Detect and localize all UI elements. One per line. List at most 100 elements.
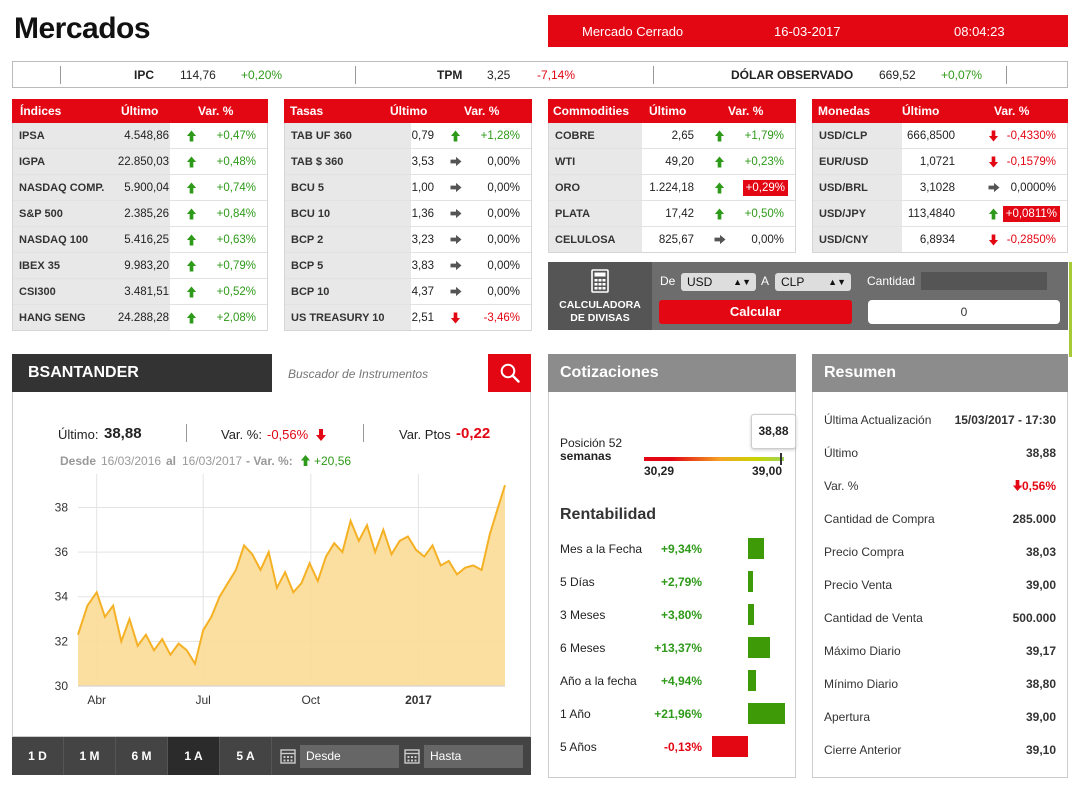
summary-value: -0,56% <box>1017 479 1056 493</box>
y-tick-label: 30 <box>55 679 69 693</box>
period-5a-button[interactable]: 5 A <box>220 737 272 775</box>
market-status: Mercado Cerrado <box>582 23 684 39</box>
calculator-title: CALCULADORA <box>559 299 641 311</box>
currency-calculator: CALCULADORA DE DIVISAS De USD ▲▼ A CLP ▲… <box>548 262 1068 330</box>
ticker-value: 114,76 <box>180 68 216 82</box>
return-bar <box>748 604 754 625</box>
return-bar <box>712 736 748 757</box>
summary-value: 38,80 <box>1025 677 1056 691</box>
period-6m-button[interactable]: 6 M <box>116 737 168 775</box>
summary-label: Mínimo Diario <box>824 677 899 691</box>
select-arrows-icon: ▲▼ <box>733 277 751 287</box>
calculator-result: 0 <box>868 300 1060 324</box>
last-price-label: Último: <box>58 427 99 442</box>
indicator-ticker: IPC 114,76 +0,20% TPM 3,25 -7,14% DÓLAR … <box>12 61 1068 88</box>
period-selector: 1 D 1 M 6 M 1 A 5 A Desde Hasta <box>12 737 531 775</box>
summary-value: 285.000 <box>1012 512 1056 526</box>
price-chart: 30 32 34 36 38 Abr Jul Oct 2017 <box>55 474 506 707</box>
return-value: +3,80% <box>660 608 702 622</box>
summary-label: Var. % <box>824 479 859 493</box>
quotes-panel: Posición 52 semanas 38,88 30,29 39,00 Re… <box>548 392 796 778</box>
summary-label: Precio Compra <box>824 545 905 559</box>
calculate-button[interactable]: Calcular <box>659 300 852 324</box>
range-var-value: +20,56 <box>314 454 352 468</box>
var-points-label: Var. Ptos <box>399 427 451 442</box>
summary-value: 39,00 <box>1025 578 1056 592</box>
calculator-label-area: CALCULADORA DE DIVISAS <box>548 262 652 330</box>
range-from-label: Desde <box>60 454 97 468</box>
last-price-value: 38,88 <box>104 425 142 442</box>
calculator-title-2: DE DIVISAS <box>570 312 630 324</box>
summary-label: Cantidad de Venta <box>824 611 923 625</box>
return-bar <box>748 637 770 658</box>
range-var-label: - Var. %: <box>246 454 293 468</box>
summary-panel-title: Resumen <box>812 354 1068 392</box>
return-period-label: 1 Año <box>560 707 591 721</box>
instrument-search-input[interactable] <box>272 356 488 392</box>
y-tick-label: 38 <box>55 500 69 514</box>
col-last-header: Último <box>649 104 687 118</box>
return-period-label: 5 Años <box>560 740 597 754</box>
range-to-value: 16/03/2017 <box>182 454 243 468</box>
col-last-header: Último <box>902 104 940 118</box>
summary-label: Precio Venta <box>824 578 893 592</box>
y-tick-label: 32 <box>55 634 69 648</box>
quantity-input[interactable] <box>921 272 1047 290</box>
summary-label: Último <box>824 446 859 460</box>
to-currency-select[interactable]: CLP ▲▼ <box>775 273 851 291</box>
ticker-change: +0,07% <box>941 68 983 82</box>
var-pct-value: -0,56% <box>267 427 309 442</box>
x-tick-label: 2017 <box>405 693 432 707</box>
from-label: De <box>660 274 676 288</box>
summary-panel: Última Actualización 15/03/2017 - 17:30 … <box>812 392 1068 778</box>
week52-low: 30,29 <box>644 464 675 478</box>
summary-label: Apertura <box>824 710 871 724</box>
summary-value: 38,03 <box>1025 545 1056 559</box>
tasas-header: Tasas Último Var. % <box>284 99 532 123</box>
ticker-label: TPM <box>437 68 463 82</box>
col-var-header: Var. % <box>464 104 500 118</box>
period-1m-button[interactable]: 1 M <box>64 737 116 775</box>
week52-high: 39,00 <box>752 464 783 478</box>
current-price-tooltip: 38,88 <box>751 414 796 449</box>
return-value: +4,94% <box>660 674 702 688</box>
scrollbar-thumb[interactable] <box>1069 262 1072 357</box>
col-last-header: Último <box>121 104 159 118</box>
summary-label: Máximo Diario <box>824 644 901 658</box>
col-var-header: Var. % <box>198 104 234 118</box>
commodities-header: Commodities Último Var. % <box>548 99 796 123</box>
period-1a-button[interactable]: 1 A <box>168 737 220 775</box>
return-bar <box>748 703 785 724</box>
return-value: -0,13% <box>663 740 702 754</box>
return-value: +9,34% <box>660 542 702 556</box>
range-from-value: 16/03/2016 <box>101 454 162 468</box>
x-tick-label: Oct <box>301 693 320 707</box>
return-value: +13,37% <box>654 641 702 655</box>
date-from-input[interactable]: Desde <box>300 745 399 768</box>
summary-value: 39,10 <box>1025 743 1056 757</box>
from-currency-select[interactable]: USD ▲▼ <box>681 273 756 291</box>
summary-label: Cantidad de Compra <box>824 512 935 526</box>
var-points-value: -0,22 <box>456 425 491 442</box>
search-icon <box>500 363 520 383</box>
summary-value: 38,88 <box>1025 446 1056 460</box>
search-button[interactable] <box>488 354 531 392</box>
calendar-icon[interactable] <box>280 748 296 767</box>
ticker-label: IPC <box>134 68 155 82</box>
table-title: Monedas <box>818 104 871 118</box>
monedas-header: Monedas Último Var. % <box>812 99 1068 123</box>
table-title: Índices <box>20 104 62 118</box>
col-last-header: Último <box>390 104 428 118</box>
calendar-icon[interactable] <box>404 748 420 767</box>
x-tick-label: Abr <box>87 693 106 707</box>
indices-header: Índices Último Var. % <box>12 99 268 123</box>
period-1d-button[interactable]: 1 D <box>12 737 64 775</box>
ticker-value: 3,25 <box>487 68 511 82</box>
return-bar <box>748 538 764 559</box>
date-to-input[interactable]: Hasta <box>424 745 523 768</box>
market-time: 08:04:23 <box>954 23 1005 39</box>
page-title: Mercados <box>14 12 151 45</box>
to-label: A <box>761 274 770 288</box>
to-currency-value: CLP <box>781 275 805 289</box>
week52-label-2: semanas <box>560 449 612 463</box>
